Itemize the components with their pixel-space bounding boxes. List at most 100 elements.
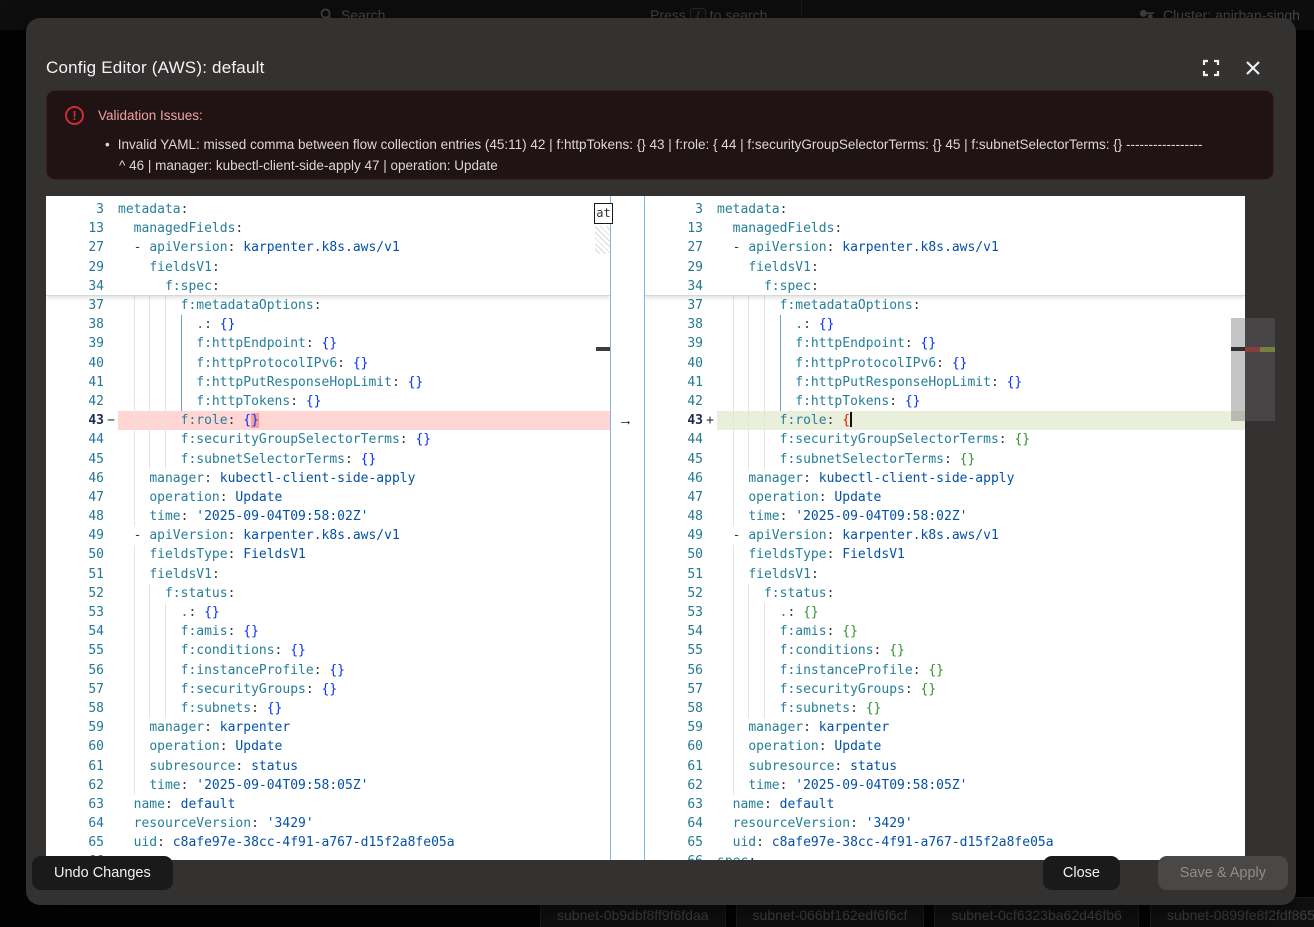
fullscreen-button[interactable]	[1200, 58, 1222, 80]
code-line[interactable]: 29 fieldsV1:	[645, 258, 1245, 277]
overview-deletion-mark	[1245, 347, 1260, 352]
code-line[interactable]: 55 f:conditions: {}	[46, 641, 610, 660]
code-line[interactable]: 48 time: '2025-09-04T09:58:02Z'	[46, 507, 610, 526]
diff-mark	[104, 238, 118, 257]
code-line[interactable]: 34 f:spec:	[46, 277, 610, 296]
close-button[interactable]: Close	[1043, 856, 1120, 890]
config-editor-modal: Config Editor (AWS): default ! Validatio…	[26, 18, 1296, 905]
code-line[interactable]: 52 f:status:	[645, 584, 1245, 603]
save-apply-button[interactable]: Save & Apply	[1158, 856, 1288, 890]
code-line[interactable]: 3metadata:	[645, 200, 1245, 219]
code-line[interactable]: 63 name: default	[46, 795, 610, 814]
code-line[interactable]: 51 fieldsV1:	[645, 565, 1245, 584]
code-line[interactable]: 37 f:metadataOptions:	[46, 296, 610, 315]
code-line[interactable]: 61 subresource: status	[46, 757, 610, 776]
diff-mark	[703, 200, 717, 219]
code-line[interactable]: 43− f:role: {}	[46, 411, 610, 430]
code-line[interactable]: 57 f:securityGroups: {}	[645, 680, 1245, 699]
code-line[interactable]: 47 operation: Update	[645, 488, 1245, 507]
code-line[interactable]: 53 .: {}	[645, 603, 1245, 622]
undo-changes-button[interactable]: Undo Changes	[32, 856, 173, 890]
code-line[interactable]: 42 f:httpTokens: {}	[46, 392, 610, 411]
code-line[interactable]: 46 manager: kubectl-client-side-apply	[645, 469, 1245, 488]
code-line[interactable]: 52 f:status:	[46, 584, 610, 603]
code-line[interactable]: 60 operation: Update	[46, 737, 610, 756]
code-line[interactable]: 50 fieldsType: FieldsV1	[46, 545, 610, 564]
line-number: 57	[46, 680, 104, 699]
code-line[interactable]: 13 managedFields:	[46, 219, 610, 238]
code-line[interactable]: 49 - apiVersion: karpenter.k8s.aws/v1	[46, 526, 610, 545]
code-line[interactable]: 48 time: '2025-09-04T09:58:02Z'	[645, 507, 1245, 526]
code-line[interactable]: 57 f:securityGroups: {}	[46, 680, 610, 699]
code-line[interactable]: 47 operation: Update	[46, 488, 610, 507]
code-line[interactable]: 55 f:conditions: {}	[645, 641, 1245, 660]
code-line[interactable]: 38 .: {}	[645, 315, 1245, 334]
code-line[interactable]: 38 .: {}	[46, 315, 610, 334]
code-line[interactable]: 45 f:subnetSelectorTerms: {}	[46, 450, 610, 469]
diff-mark	[703, 833, 717, 852]
code-line[interactable]: 3metadata:	[46, 200, 610, 219]
code-line[interactable]: 62 time: '2025-09-04T09:58:05Z'	[46, 776, 610, 795]
diff-mark	[104, 430, 118, 449]
line-number: 65	[645, 833, 703, 852]
diff-overview-ruler[interactable]	[1245, 196, 1275, 860]
code-line[interactable]: 61 subresource: status	[645, 757, 1245, 776]
code-line[interactable]: 27 - apiVersion: karpenter.k8s.aws/v1	[645, 238, 1245, 257]
diff-mark	[104, 814, 118, 833]
code-line[interactable]: 58 f:subnets: {}	[46, 699, 610, 718]
code-line[interactable]: 46 manager: kubectl-client-side-apply	[46, 469, 610, 488]
line-number: 13	[46, 219, 104, 238]
code-line[interactable]: 39 f:httpEndpoint: {}	[645, 334, 1245, 353]
code-line[interactable]: 63 name: default	[645, 795, 1245, 814]
text-cursor	[850, 412, 852, 427]
code-line[interactable]: 64 resourceVersion: '3429'	[46, 814, 610, 833]
line-number: 40	[645, 354, 703, 373]
code-line[interactable]: 64 resourceVersion: '3429'	[645, 814, 1245, 833]
code-line[interactable]: 44 f:securityGroupSelectorTerms: {}	[46, 430, 610, 449]
code-line[interactable]: 27 - apiVersion: karpenter.k8s.aws/v1	[46, 238, 610, 257]
code-line[interactable]: 44 f:securityGroupSelectorTerms: {}	[645, 430, 1245, 449]
code-line[interactable]: 40 f:httpProtocolIPv6: {}	[645, 354, 1245, 373]
diff-mark	[104, 795, 118, 814]
editor-lines[interactable]: 37 f:metadataOptions:38 .: {}39 f:httpEn…	[46, 296, 610, 860]
diff-change-arrow-icon[interactable]: →	[618, 412, 633, 429]
code-line[interactable]: 54 f:amis: {}	[645, 622, 1245, 641]
code-line[interactable]: 39 f:httpEndpoint: {}	[46, 334, 610, 353]
code-line[interactable]: 58 f:subnets: {}	[645, 699, 1245, 718]
code-line[interactable]: 56 f:instanceProfile: {}	[46, 661, 610, 680]
line-number: 56	[46, 661, 104, 680]
code-line[interactable]: 54 f:amis: {}	[46, 622, 610, 641]
close-modal-button[interactable]	[1242, 58, 1264, 80]
code-line[interactable]: 45 f:subnetSelectorTerms: {}	[645, 450, 1245, 469]
code-line[interactable]: 13 managedFields:	[645, 219, 1245, 238]
code-line[interactable]: 51 fieldsV1:	[46, 565, 610, 584]
code-line[interactable]: 40 f:httpProtocolIPv6: {}	[46, 354, 610, 373]
code-line[interactable]: 37 f:metadataOptions:	[645, 296, 1245, 315]
code-line[interactable]: 56 f:instanceProfile: {}	[645, 661, 1245, 680]
code-line[interactable]: 41 f:httpPutResponseHopLimit: {}	[46, 373, 610, 392]
code-line[interactable]: 59 manager: karpenter	[46, 718, 610, 737]
code-line[interactable]: 41 f:httpPutResponseHopLimit: {}	[645, 373, 1245, 392]
code-line[interactable]: 65 uid: c8afe97e-38cc-4f91-a767-d15f2a8f…	[645, 833, 1245, 852]
code-line[interactable]: 65 uid: c8afe97e-38cc-4f91-a767-d15f2a8f…	[46, 833, 610, 852]
overview-slider[interactable]	[1245, 318, 1275, 421]
code-line[interactable]: 49 - apiVersion: karpenter.k8s.aws/v1	[645, 526, 1245, 545]
code-line[interactable]: 53 .: {}	[46, 603, 610, 622]
code-line[interactable]: 62 time: '2025-09-04T09:58:05Z'	[645, 776, 1245, 795]
code-line[interactable]: 60 operation: Update	[645, 737, 1245, 756]
line-number: 50	[46, 545, 104, 564]
yaml-diff-editor[interactable]: 3metadata:13 managedFields:27 - apiVersi…	[46, 196, 1245, 860]
code-line[interactable]: 42 f:httpTokens: {}	[645, 392, 1245, 411]
code-line[interactable]: 43+ f:role: {	[645, 411, 1245, 430]
diff-mark	[104, 296, 118, 315]
code-line[interactable]: 59 manager: karpenter	[645, 718, 1245, 737]
code-line[interactable]: 66spec:	[645, 852, 1245, 860]
code-line[interactable]: 34 f:spec:	[645, 277, 1245, 296]
original-editor-pane[interactable]: 3metadata:13 managedFields:27 - apiVersi…	[46, 196, 610, 860]
code-line[interactable]: 50 fieldsType: FieldsV1	[645, 545, 1245, 564]
expand-icon	[1202, 59, 1220, 77]
editor-scrollbar[interactable]	[1231, 318, 1245, 421]
code-line[interactable]: 29 fieldsV1:	[46, 258, 610, 277]
modified-editor-pane[interactable]: 3metadata:13 managedFields:27 - apiVersi…	[645, 196, 1245, 860]
editor-lines[interactable]: 37 f:metadataOptions:38 .: {}39 f:httpEn…	[645, 296, 1245, 860]
